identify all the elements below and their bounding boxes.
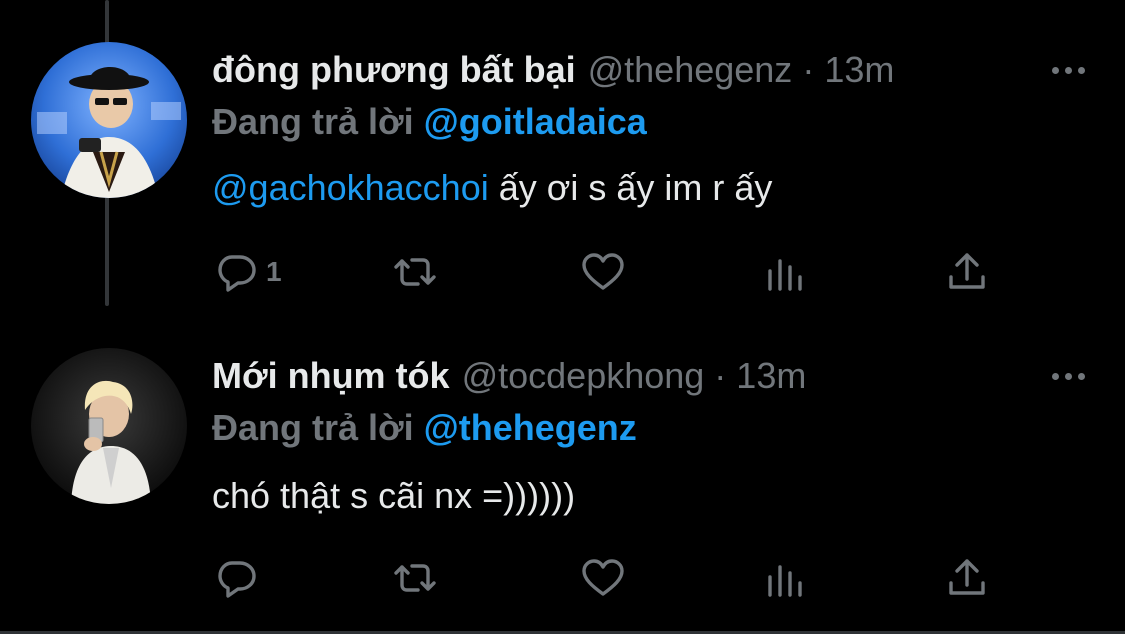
share-button[interactable] xyxy=(942,244,992,300)
timestamp[interactable]: 13m xyxy=(736,354,806,398)
like-icon xyxy=(582,559,624,596)
share-icon xyxy=(949,253,985,289)
tweet[interactable]: đông phương bất bại @thehegenz · 13m Đan… xyxy=(0,0,1125,320)
like-button[interactable] xyxy=(578,244,628,300)
replying-to-mention[interactable]: @goitladaica xyxy=(424,101,647,142)
body-mention[interactable]: @gachokhacchoi xyxy=(212,167,489,208)
replying-to: Đang trả lời @thehegenz xyxy=(212,406,637,450)
tweet-header: Mới nhụm tók @tocdepkhong · 13m xyxy=(212,354,1085,398)
tweet[interactable]: Mới nhụm tók @tocdepkhong · 13m Đang trả… xyxy=(0,320,1125,634)
reply-icon xyxy=(218,561,256,598)
display-name[interactable]: Mới nhụm tók xyxy=(212,354,450,398)
avatar[interactable] xyxy=(31,42,187,198)
display-name[interactable]: đông phương bất bại xyxy=(212,48,576,92)
like-button[interactable] xyxy=(578,550,628,606)
action-bar xyxy=(212,550,1002,606)
like-icon xyxy=(582,253,624,290)
more-icon[interactable] xyxy=(1052,48,1085,92)
replying-to-label: Đang trả lời xyxy=(212,101,414,142)
views-button[interactable] xyxy=(760,550,810,606)
body-text: chó thật s cãi nx =)))))) xyxy=(212,475,576,516)
views-icon xyxy=(768,259,802,291)
replying-to: Đang trả lời @goitladaica xyxy=(212,100,647,144)
reply-icon xyxy=(218,255,256,292)
action-bar: 1 xyxy=(212,244,1002,300)
body-text: ấy ơi s ấy im r ấy xyxy=(488,167,773,208)
retweet-button[interactable] xyxy=(390,550,440,606)
user-handle[interactable]: @thehegenz xyxy=(588,48,793,92)
separator: · xyxy=(802,49,815,90)
replying-to-label: Đang trả lời xyxy=(212,407,414,448)
tweet-text: @gachokhacchoi ấy ơi s ấy im r ấy xyxy=(212,166,772,210)
views-button[interactable] xyxy=(760,244,810,300)
share-button[interactable] xyxy=(942,550,992,606)
reply-count: 1 xyxy=(266,256,282,287)
user-handle[interactable]: @tocdepkhong xyxy=(462,354,705,398)
tweet-header: đông phương bất bại @thehegenz · 13m xyxy=(212,48,1085,92)
separator: · xyxy=(714,355,727,396)
tweet-text: chó thật s cãi nx =)))))) xyxy=(212,474,575,518)
retweet-button[interactable] xyxy=(390,244,440,300)
reply-button[interactable] xyxy=(212,550,266,606)
replying-to-mention[interactable]: @thehegenz xyxy=(424,407,637,448)
retweet-icon xyxy=(394,564,436,592)
more-icon[interactable] xyxy=(1052,354,1085,398)
share-icon xyxy=(949,559,985,595)
timestamp[interactable]: 13m xyxy=(824,48,894,92)
retweet-icon xyxy=(394,258,436,286)
avatar[interactable] xyxy=(31,348,187,504)
reply-button[interactable]: 1 xyxy=(212,244,282,300)
views-icon xyxy=(768,565,802,597)
